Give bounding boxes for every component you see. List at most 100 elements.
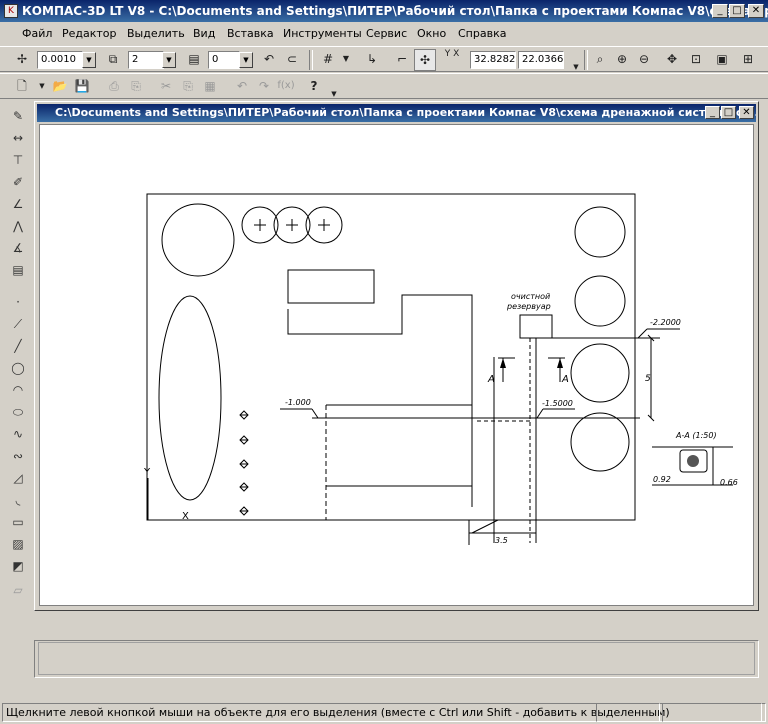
style-dropdown-icon[interactable]: ▼	[239, 52, 253, 68]
circle-right-4[interactable]	[570, 412, 630, 472]
snap-point-icon[interactable]: ✢	[12, 49, 32, 69]
print-icon[interactable]: ⎙	[104, 76, 124, 96]
geometry-panel-icon[interactable]: ✎	[8, 106, 28, 126]
select-panel-icon[interactable]: ∡	[8, 238, 28, 258]
label-dim-092: 0.92	[653, 475, 671, 484]
symbols-panel-icon[interactable]: ⊤	[8, 150, 28, 170]
menu-insert[interactable]: Вставка	[227, 27, 274, 40]
status-panel-1	[596, 703, 660, 722]
zoom-out-icon[interactable]: ⊖	[634, 49, 654, 69]
valve-symbol-1	[239, 410, 249, 420]
circle-large-left[interactable]	[161, 203, 235, 277]
snap-toggle-icon[interactable]: ✣	[414, 49, 436, 71]
edit-panel-icon[interactable]: ✐	[8, 172, 28, 192]
bezier-tool-icon[interactable]: ∾	[8, 446, 28, 466]
pan-icon[interactable]: ✥	[662, 49, 682, 69]
zoom-window-icon[interactable]: ⌕	[590, 49, 610, 69]
paste-icon[interactable]: ▦	[200, 76, 220, 96]
open-folder-icon[interactable]: 📂	[50, 76, 70, 96]
function-icon[interactable]: f(x)	[276, 76, 296, 96]
new-file-dropdown-icon[interactable]: ▼	[32, 76, 52, 96]
help-pointer-icon[interactable]: ?	[304, 76, 324, 96]
label-dim-1000: -1.000	[285, 398, 311, 407]
undo-icon[interactable]: ↶	[232, 76, 252, 96]
drawing-canvas[interactable]: очистной резервуар -2.2000 -1.000 -1.500…	[39, 124, 754, 606]
zoom-fit-icon[interactable]: ⊡	[686, 49, 706, 69]
valve-symbol-2	[239, 435, 249, 445]
local-cs-icon[interactable]: ↳	[362, 49, 382, 69]
layer-icon[interactable]: ⧉	[103, 49, 123, 69]
zoom-in-icon[interactable]: ⊕	[612, 49, 632, 69]
menu-service[interactable]: Сервис	[366, 27, 407, 40]
layer-field[interactable]: 2	[128, 51, 164, 69]
style-field[interactable]: 0	[208, 51, 240, 69]
menu-editor[interactable]: Редактор	[62, 27, 117, 40]
save-icon[interactable]: 💾	[72, 76, 92, 96]
layer-dropdown-icon[interactable]: ▼	[162, 52, 176, 68]
reservoir-rect[interactable]	[519, 314, 553, 339]
leader-1000[interactable]	[311, 408, 319, 419]
new-file-icon[interactable]: 🗋	[12, 76, 32, 96]
aux-line-tool-icon[interactable]: ⟋	[8, 314, 28, 334]
building-outline[interactable]	[287, 294, 473, 507]
leader-2200[interactable]	[637, 328, 648, 339]
redo-icon[interactable]: ↷	[254, 76, 274, 96]
ellipse-tool-icon[interactable]: ⬭	[8, 402, 28, 422]
fillet-tool-icon[interactable]: ◟	[8, 490, 28, 510]
dimensions-panel-icon[interactable]: ↔	[8, 128, 28, 148]
leader-15000[interactable]	[536, 408, 544, 419]
doc-minimize-button[interactable]: _	[705, 106, 720, 119]
menu-tools[interactable]: Инструменты	[283, 27, 362, 40]
circle-right-2[interactable]	[574, 275, 626, 327]
parametrize-panel-icon[interactable]: ∠	[8, 194, 28, 214]
refresh-icon[interactable]: ▣	[712, 49, 732, 69]
maximize-button[interactable]: □	[729, 4, 745, 18]
grid-dropdown-icon[interactable]: ▼	[336, 49, 356, 69]
arc-tool-icon[interactable]: ◠	[8, 380, 28, 400]
document-title: C:\Documents and Settings\ПИТЕР\Рабочий …	[55, 106, 756, 119]
menu-select[interactable]: Выделить	[127, 27, 185, 40]
menu-help[interactable]: Справка	[458, 27, 506, 40]
point-tool-icon[interactable]: ·	[8, 292, 28, 312]
magnet-icon[interactable]: ⊂	[282, 49, 302, 69]
minimize-button[interactable]: _	[712, 4, 728, 18]
more-tools-icon[interactable]: ▱	[8, 580, 28, 600]
menu-file[interactable]: Файл	[22, 27, 52, 40]
grid-icon[interactable]: #	[318, 49, 338, 69]
spec-panel-icon[interactable]: ▤	[8, 260, 28, 280]
valve-symbol-5	[239, 506, 249, 516]
scale-dropdown-icon[interactable]: ▼	[82, 52, 96, 68]
chamfer-tool-icon[interactable]: ◿	[8, 468, 28, 488]
ortho-icon[interactable]: ⌐	[392, 49, 412, 69]
coord-y-field[interactable]: 22.0366	[518, 51, 564, 69]
app-icon[interactable]: K	[4, 4, 18, 18]
doc-maximize-button[interactable]: □	[721, 106, 736, 119]
rectangle-tool-icon[interactable]: ▭	[8, 512, 28, 532]
contour-tool-icon[interactable]: ◩	[8, 556, 28, 576]
menu-window[interactable]: Окно	[417, 27, 446, 40]
scale-field[interactable]: 0.0010	[37, 51, 83, 69]
coord-x-field[interactable]: 32.8282	[470, 51, 516, 69]
hatch-tool-icon[interactable]: ▨	[8, 534, 28, 554]
copy-icon[interactable]: ⎘	[178, 76, 198, 96]
circle-right-1[interactable]	[574, 206, 626, 258]
cut-icon[interactable]: ✂	[156, 76, 176, 96]
segment-tool-icon[interactable]: ╱	[8, 336, 28, 356]
measure-panel-icon[interactable]: ⋀	[8, 216, 28, 236]
label-dim-35: 3.5	[495, 536, 508, 545]
circle-right-3[interactable]	[570, 343, 630, 403]
site-outline[interactable]	[146, 193, 636, 521]
close-button[interactable]: ✕	[748, 4, 764, 18]
print-preview-icon[interactable]: ⎘	[126, 76, 146, 96]
layers-view-icon[interactable]: ⊞	[738, 49, 758, 69]
style-icon[interactable]: ▤	[184, 49, 204, 69]
curve-icon[interactable]: ↶	[259, 49, 279, 69]
menu-view[interactable]: Вид	[193, 27, 215, 40]
circle-tool-icon[interactable]: ◯	[8, 358, 28, 378]
ellipse-tank[interactable]	[158, 295, 222, 501]
pipe-block-outline[interactable]	[326, 404, 473, 487]
building-rect[interactable]	[287, 269, 375, 304]
doc-close-button[interactable]: ✕	[739, 106, 754, 119]
label-section-a-left: А	[487, 374, 495, 385]
polyline-tool-icon[interactable]: ∿	[8, 424, 28, 444]
